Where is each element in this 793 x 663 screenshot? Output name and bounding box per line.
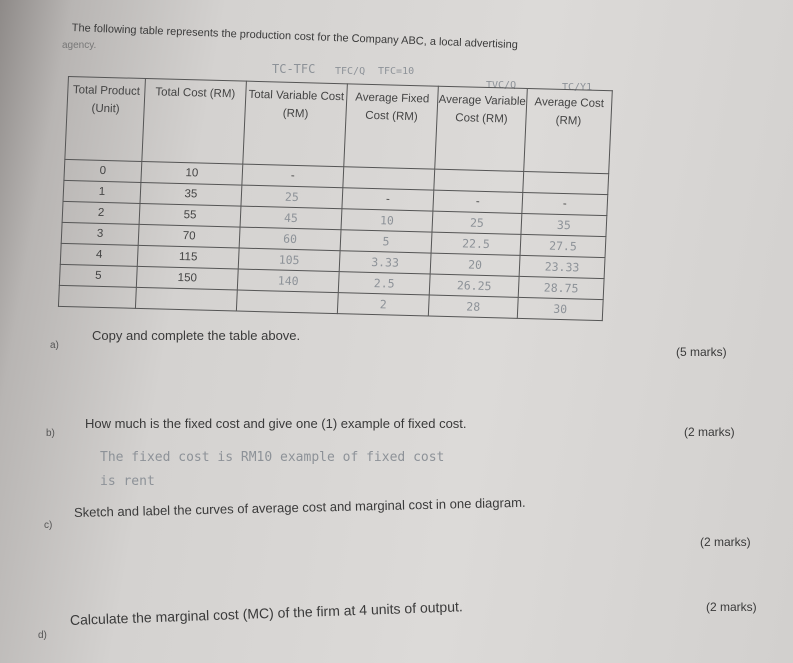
cell [135, 287, 238, 311]
cell: 10 [341, 208, 433, 233]
cell: 10 [140, 161, 243, 186]
cell: 105 [238, 248, 341, 272]
table-header-row: Total Product (Unit) Total Cost (RM) Tot… [64, 76, 613, 174]
cell: 35 [139, 182, 242, 207]
cell: 70 [138, 224, 241, 249]
handwritten-annotation: TFC/Q [335, 66, 366, 77]
cell: 45 [240, 206, 342, 230]
cell: - [341, 187, 434, 212]
cell: - [432, 190, 523, 214]
handwritten-answer: is rent [100, 474, 155, 489]
cell: 5 [59, 264, 138, 288]
intro-text-continued: agency. [62, 40, 97, 51]
question-label: c) [44, 520, 53, 531]
cell [236, 290, 339, 314]
question-a-marks: (5 marks) [676, 345, 727, 359]
cell: 20 [430, 253, 521, 277]
cell: 26.25 [429, 274, 520, 298]
cell: - [521, 192, 608, 216]
question-a-text: Copy and complete the table above. [92, 328, 301, 343]
cost-table: Total Product (Unit) Total Cost (RM) Tot… [58, 76, 613, 321]
cell [522, 171, 609, 195]
question-d-text: Calculate the marginal cost (MC) of the … [69, 598, 463, 628]
cell: 28.75 [518, 276, 605, 300]
question-label: d) [38, 630, 47, 641]
question-b-marks: (2 marks) [684, 425, 735, 439]
cell: 28 [428, 295, 519, 319]
question-c-text: Sketch and label the curves of average c… [73, 494, 526, 520]
cell: 2.5 [338, 271, 431, 296]
cell: 5 [340, 229, 432, 254]
handwritten-answer: The fixed cost is RM10 example of fixed … [100, 450, 445, 465]
cell: 2 [62, 201, 140, 225]
cell: - [241, 164, 344, 188]
question-label: a) [50, 340, 59, 351]
cell: 60 [239, 227, 342, 251]
cell: 4 [60, 243, 139, 267]
cell: 0 [63, 159, 142, 183]
question-c-marks: (2 marks) [700, 535, 751, 549]
question-d-marks: (2 marks) [706, 600, 757, 614]
handwritten-annotation: TFC=10 [378, 66, 415, 77]
cell: 1 [63, 180, 141, 204]
cell: 23.33 [519, 255, 606, 279]
cell: 3.33 [339, 250, 432, 275]
intro-text: The following table represents the produ… [71, 22, 519, 52]
column-header: Average Fixed Cost (RM) [343, 83, 439, 170]
cell: 25 [240, 185, 343, 209]
cell: 140 [237, 269, 340, 293]
cell: 35 [520, 213, 607, 237]
cell [342, 166, 435, 191]
column-header: Average Cost (RM) [523, 88, 613, 174]
cell [433, 169, 524, 193]
handwritten-annotation: TC-TFC [272, 62, 316, 76]
cell: 150 [136, 266, 239, 291]
question-b-text: How much is the fixed cost and give one … [85, 416, 467, 431]
cell: 22.5 [431, 232, 521, 256]
cell [58, 285, 137, 309]
cell: 2 [337, 292, 430, 317]
cell: 115 [137, 245, 240, 270]
column-header: Total Cost (RM) [141, 78, 247, 165]
cell: 27.5 [520, 234, 606, 258]
column-header: Total Product (Unit) [64, 76, 146, 162]
question-label: b) [46, 428, 55, 439]
column-header: Average Variable Cost (RM) [434, 86, 528, 172]
cell: 3 [61, 222, 140, 246]
cell: 30 [517, 297, 604, 321]
column-header: Total Variable Cost (RM) [242, 81, 348, 167]
cell: 55 [139, 203, 241, 228]
cell: 25 [431, 211, 522, 235]
